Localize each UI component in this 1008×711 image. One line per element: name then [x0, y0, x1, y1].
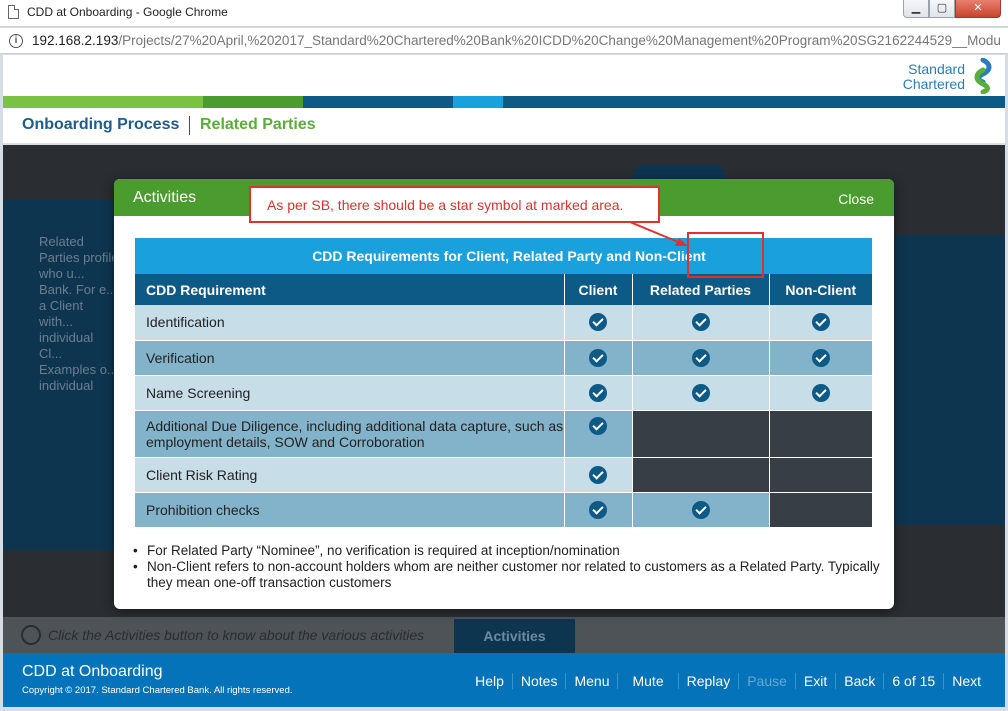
- related-cell: [632, 492, 770, 528]
- client-cell: [564, 457, 633, 493]
- checkmark-icon: [589, 465, 607, 484]
- standard-chartered-logo-icon: [974, 58, 992, 94]
- table-row: Additional Due Diligence, including addi…: [135, 410, 873, 458]
- brand-line2: Chartered: [902, 76, 965, 92]
- checkmark-icon: [589, 313, 607, 332]
- nonclient-cell: [769, 305, 873, 341]
- client-cell: [564, 492, 633, 528]
- breadcrumb-section[interactable]: Onboarding Process: [22, 116, 179, 134]
- table-row: Prohibition checks: [135, 492, 873, 528]
- requirement-label: Additional Due Diligence, including addi…: [135, 410, 565, 458]
- url-path: /Projects/27%20April,%202017_Standard%20…: [118, 33, 1001, 48]
- breadcrumb: Onboarding Process Related Parties: [3, 108, 1005, 144]
- requirement-label: Name Screening: [135, 375, 565, 411]
- brand-line1: Standard: [908, 61, 965, 77]
- hint-text: Click the Activities button to know abou…: [48, 627, 425, 643]
- column-header: Non-Client: [769, 274, 873, 305]
- modal-title: Activities: [133, 189, 197, 206]
- checkmark-icon: [691, 313, 710, 332]
- checkmark-icon: [811, 348, 830, 367]
- nonclient-cell-not-applicable: [769, 457, 873, 493]
- address-bar[interactable]: i 192.168.2.193/Projects/27%20April,%202…: [0, 28, 1008, 54]
- requirement-label: Prohibition checks: [135, 492, 565, 528]
- client-cell: [564, 340, 633, 376]
- checkmark-icon: [691, 348, 710, 367]
- column-header: CDD Requirement: [135, 274, 565, 305]
- color-strip: [3, 96, 1005, 108]
- app-header: Standard Chartered: [3, 55, 1005, 96]
- note-item: Non-Client refers to non-account holders…: [131, 559, 881, 591]
- review-annotation: As per SB, there should be a star symbol…: [249, 186, 660, 223]
- browser-titlebar: CDD at Onboarding - Google Chrome ▁ ▢ ✕: [0, 0, 1008, 27]
- hint-bar: Click the Activities button to know abou…: [3, 617, 1005, 653]
- notes-list: For Related Party “Nominee”, no verifica…: [131, 543, 881, 591]
- page-counter: 6 of 15: [883, 673, 943, 689]
- requirement-label: Verification: [135, 340, 565, 376]
- checkmark-icon: [589, 500, 607, 519]
- page-icon: [8, 5, 19, 19]
- requirement-label: Identification: [135, 305, 565, 341]
- client-cell: [564, 375, 633, 411]
- footer: CDD at Onboarding Copyright © 2017. Stan…: [3, 653, 1005, 707]
- checkmark-icon: [811, 313, 830, 332]
- exit-button[interactable]: Exit: [794, 673, 835, 689]
- note-item: For Related Party “Nominee”, no verifica…: [131, 543, 881, 559]
- help-button[interactable]: Help: [467, 673, 512, 689]
- checkmark-icon: [691, 383, 710, 402]
- background-panel-right: [893, 235, 1005, 525]
- table-row: Identification: [135, 305, 873, 341]
- breadcrumb-divider: [189, 116, 190, 135]
- replay-button[interactable]: Replay: [677, 673, 739, 689]
- related-cell: [632, 305, 770, 341]
- related-cell-not-applicable: [632, 457, 770, 493]
- annotation-highlight-box: [687, 232, 764, 278]
- minimize-button[interactable]: ▁: [903, 0, 929, 18]
- modal-close-button[interactable]: Close: [838, 191, 874, 207]
- nonclient-cell: [769, 340, 873, 376]
- column-header: Client: [564, 274, 633, 305]
- related-cell-not-applicable: [632, 410, 770, 458]
- table-row: Client Risk Rating: [135, 457, 873, 493]
- footer-nav: Help Notes Menu Mute Replay Pause Exit B…: [467, 673, 989, 689]
- next-button[interactable]: Next: [943, 673, 989, 689]
- related-cell: [632, 340, 770, 376]
- window-title: CDD at Onboarding - Google Chrome: [27, 5, 228, 19]
- background-text: Related Parties profile who u... Bank. F…: [39, 234, 119, 393]
- nonclient-cell: [769, 375, 873, 411]
- info-icon[interactable]: i: [9, 34, 23, 48]
- brand-name: Standard Chartered: [903, 62, 965, 92]
- related-cell: [632, 375, 770, 411]
- maximize-button[interactable]: ▢: [929, 0, 955, 18]
- close-window-button[interactable]: ✕: [955, 0, 1001, 18]
- client-cell: [564, 410, 633, 458]
- requirement-label: Client Risk Rating: [135, 457, 565, 493]
- checkmark-icon: [691, 500, 710, 519]
- nonclient-cell-not-applicable: [769, 492, 873, 528]
- column-header: Related Parties: [632, 274, 770, 305]
- checkmark-icon: [589, 416, 607, 435]
- menu-button[interactable]: Menu: [565, 673, 617, 689]
- course-title: CDD at Onboarding: [22, 663, 163, 680]
- checkmark-icon: [811, 383, 830, 402]
- back-button[interactable]: Back: [835, 673, 883, 689]
- url-host: 192.168.2.193: [32, 33, 119, 48]
- checkmark-icon: [589, 383, 607, 402]
- client-cell: [564, 305, 633, 341]
- url-text[interactable]: 192.168.2.193/Projects/27%20April,%20201…: [32, 33, 1002, 48]
- notes-button[interactable]: Notes: [511, 673, 566, 689]
- checkmark-icon: [589, 348, 607, 367]
- activities-button[interactable]: Activities: [454, 619, 575, 653]
- pause-button[interactable]: Pause: [738, 673, 795, 689]
- mute-button[interactable]: Mute: [617, 673, 677, 689]
- table-row: Name Screening: [135, 375, 873, 411]
- cdd-requirements-table: CDD Requirements for Client, Related Par…: [135, 238, 873, 528]
- activities-modal: Activities Close CDD Requirements for Cl…: [114, 179, 894, 609]
- copyright: Copyright © 2017. Standard Chartered Ban…: [22, 685, 293, 696]
- hand-pointer-icon: [21, 625, 41, 645]
- nonclient-cell-not-applicable: [769, 410, 873, 458]
- table-row: Verification: [135, 340, 873, 376]
- breadcrumb-page: Related Parties: [200, 116, 316, 133]
